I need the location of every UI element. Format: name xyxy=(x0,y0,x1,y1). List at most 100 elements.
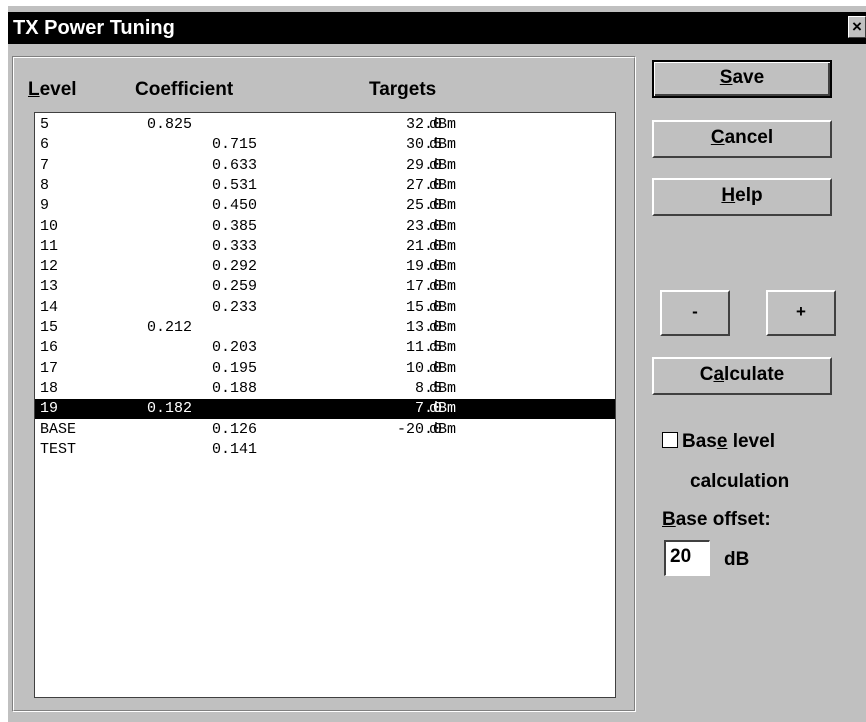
coefficient-cell: 0.141 xyxy=(211,440,257,458)
unit-cell: dBm xyxy=(429,400,457,418)
level-cell: 11 xyxy=(40,237,59,255)
list-item[interactable]: 12 0.292 19.0 dBm xyxy=(35,257,615,277)
target-cell: 17.0 xyxy=(405,278,442,296)
power-level-list[interactable]: 5 0.825 32.0 dBm 6 0.715 30.5 dBm 7 0.633 29.0 dBm 8… xyxy=(34,112,616,698)
unit-cell: dBm xyxy=(429,217,457,235)
decrement-button[interactable]: - xyxy=(660,290,730,336)
column-header-coefficient: Coefficient xyxy=(135,79,234,100)
level-cell: 15 xyxy=(40,319,59,336)
list-item[interactable]: 15 0.212 13.0 dBm xyxy=(35,318,615,338)
unit-cell: dBm xyxy=(429,339,457,357)
level-cell: 7 xyxy=(40,156,50,174)
list-item[interactable]: TEST 0.141 xyxy=(35,440,615,460)
target-cell: 30.5 xyxy=(405,136,442,154)
target-cell: 29.0 xyxy=(405,156,442,174)
cancel-button[interactable]: Cancel xyxy=(652,120,832,158)
target-cell: 10.0 xyxy=(405,359,442,377)
target-cell: 32.0 xyxy=(405,116,442,133)
window-title: TX Power Tuning xyxy=(13,17,175,39)
coefficient-cell: 0.633 xyxy=(211,156,257,174)
level-cell: 18 xyxy=(40,379,59,397)
level-cell: 9 xyxy=(40,197,50,215)
list-item[interactable]: 18 0.188 8.5 dBm xyxy=(35,379,615,399)
target-cell: 15.0 xyxy=(405,298,442,316)
coefficient-cell: 0.450 xyxy=(211,197,257,215)
list-item[interactable]: 6 0.715 30.5 dBm xyxy=(35,135,615,155)
base-offset-label: Base offset: xyxy=(662,509,771,530)
level-cell: 13 xyxy=(40,278,59,296)
unit-cell: dBm xyxy=(429,176,457,194)
coefficient-cell: 0.182 xyxy=(147,400,193,418)
coefficient-cell: 0.825 xyxy=(147,116,193,133)
coefficient-cell: 0.333 xyxy=(211,237,257,255)
base-offset-unit: dB xyxy=(724,549,750,570)
base-offset-input[interactable]: 20 xyxy=(664,540,710,576)
increment-button[interactable]: + xyxy=(766,290,836,336)
unit-cell: dBm xyxy=(429,197,457,215)
level-cell: 10 xyxy=(40,217,59,235)
target-cell: 25.0 xyxy=(405,197,442,215)
coefficient-cell: 0.188 xyxy=(211,379,257,397)
unit-cell: dBm xyxy=(429,156,457,174)
help-button[interactable]: Help xyxy=(652,178,832,216)
save-button[interactable]: Save xyxy=(652,60,832,98)
coefficient-cell: 0.126 xyxy=(211,420,257,438)
list-item[interactable]: 11 0.333 21.0 dBm xyxy=(35,237,615,257)
list-item[interactable]: 19 0.182 7.0 dBm xyxy=(35,399,615,420)
level-cell: TEST xyxy=(40,440,77,458)
base-level-calculation-label: calculation xyxy=(690,471,790,492)
unit-cell: dBm xyxy=(429,379,457,397)
unit-cell: dBm xyxy=(429,420,457,438)
target-cell: 21.0 xyxy=(405,237,442,255)
list-item[interactable]: 5 0.825 32.0 dBm xyxy=(35,115,615,135)
unit-cell: dBm xyxy=(429,136,457,154)
target-cell: 23.0 xyxy=(405,217,442,235)
base-level-calculation-checkbox[interactable]: Base level xyxy=(662,430,775,454)
coefficient-cell: 0.385 xyxy=(211,217,257,235)
target-cell: 27.0 xyxy=(405,176,442,194)
level-cell: 16 xyxy=(40,339,59,357)
list-item[interactable]: 8 0.531 27.0 dBm xyxy=(35,176,615,196)
coefficient-cell: 0.212 xyxy=(147,319,193,336)
list-item[interactable]: 7 0.633 29.0 dBm xyxy=(35,156,615,176)
level-cell: 8 xyxy=(40,176,50,194)
list-item[interactable]: 17 0.195 10.0 dBm xyxy=(35,359,615,379)
unit-cell: dBm xyxy=(429,258,457,276)
level-cell: 14 xyxy=(40,298,59,316)
coefficient-cell: 0.259 xyxy=(211,278,257,296)
list-item[interactable]: 13 0.259 17.0 dBm xyxy=(35,277,615,297)
coefficient-cell: 0.531 xyxy=(211,176,257,194)
list-item[interactable]: 10 0.385 23.0 dBm xyxy=(35,217,615,237)
unit-cell: dBm xyxy=(429,278,457,296)
list-item[interactable]: 9 0.450 25.0 dBm xyxy=(35,196,615,216)
close-button[interactable]: × xyxy=(848,16,866,38)
list-item[interactable]: 16 0.203 11.5 dBm xyxy=(35,338,615,358)
level-cell: 19 xyxy=(40,400,59,418)
target-cell: -20.0 xyxy=(396,420,442,438)
checkbox-box[interactable] xyxy=(662,432,678,448)
coefficient-cell: 0.203 xyxy=(211,339,257,357)
level-cell: 5 xyxy=(40,116,50,133)
target-cell: 11.5 xyxy=(405,339,442,357)
level-cell: 6 xyxy=(40,136,50,154)
unit-cell: dBm xyxy=(429,116,457,133)
unit-cell: dBm xyxy=(429,298,457,316)
level-cell: BASE xyxy=(40,420,77,438)
coefficient-cell: 0.292 xyxy=(211,258,257,276)
list-item[interactable]: 14 0.233 15.0 dBm xyxy=(35,298,615,318)
column-header-level: Level xyxy=(28,79,77,100)
title-bar: TX Power Tuning × xyxy=(8,12,866,44)
unit-cell: dBm xyxy=(429,237,457,255)
coefficient-cell: 0.195 xyxy=(211,359,257,377)
unit-cell: dBm xyxy=(429,319,457,336)
coefficient-cell: 0.233 xyxy=(211,298,257,316)
level-cell: 17 xyxy=(40,359,59,377)
target-cell: 13.0 xyxy=(405,319,442,336)
target-cell: 7.0 xyxy=(414,400,442,418)
coefficient-cell: 0.715 xyxy=(211,136,257,154)
level-cell: 12 xyxy=(40,258,59,276)
calculate-button[interactable]: Calculate xyxy=(652,357,832,395)
unit-cell: dBm xyxy=(429,359,457,377)
list-item[interactable]: BASE 0.126 -20.0 dBm xyxy=(35,420,615,440)
target-cell: 19.0 xyxy=(405,258,442,276)
